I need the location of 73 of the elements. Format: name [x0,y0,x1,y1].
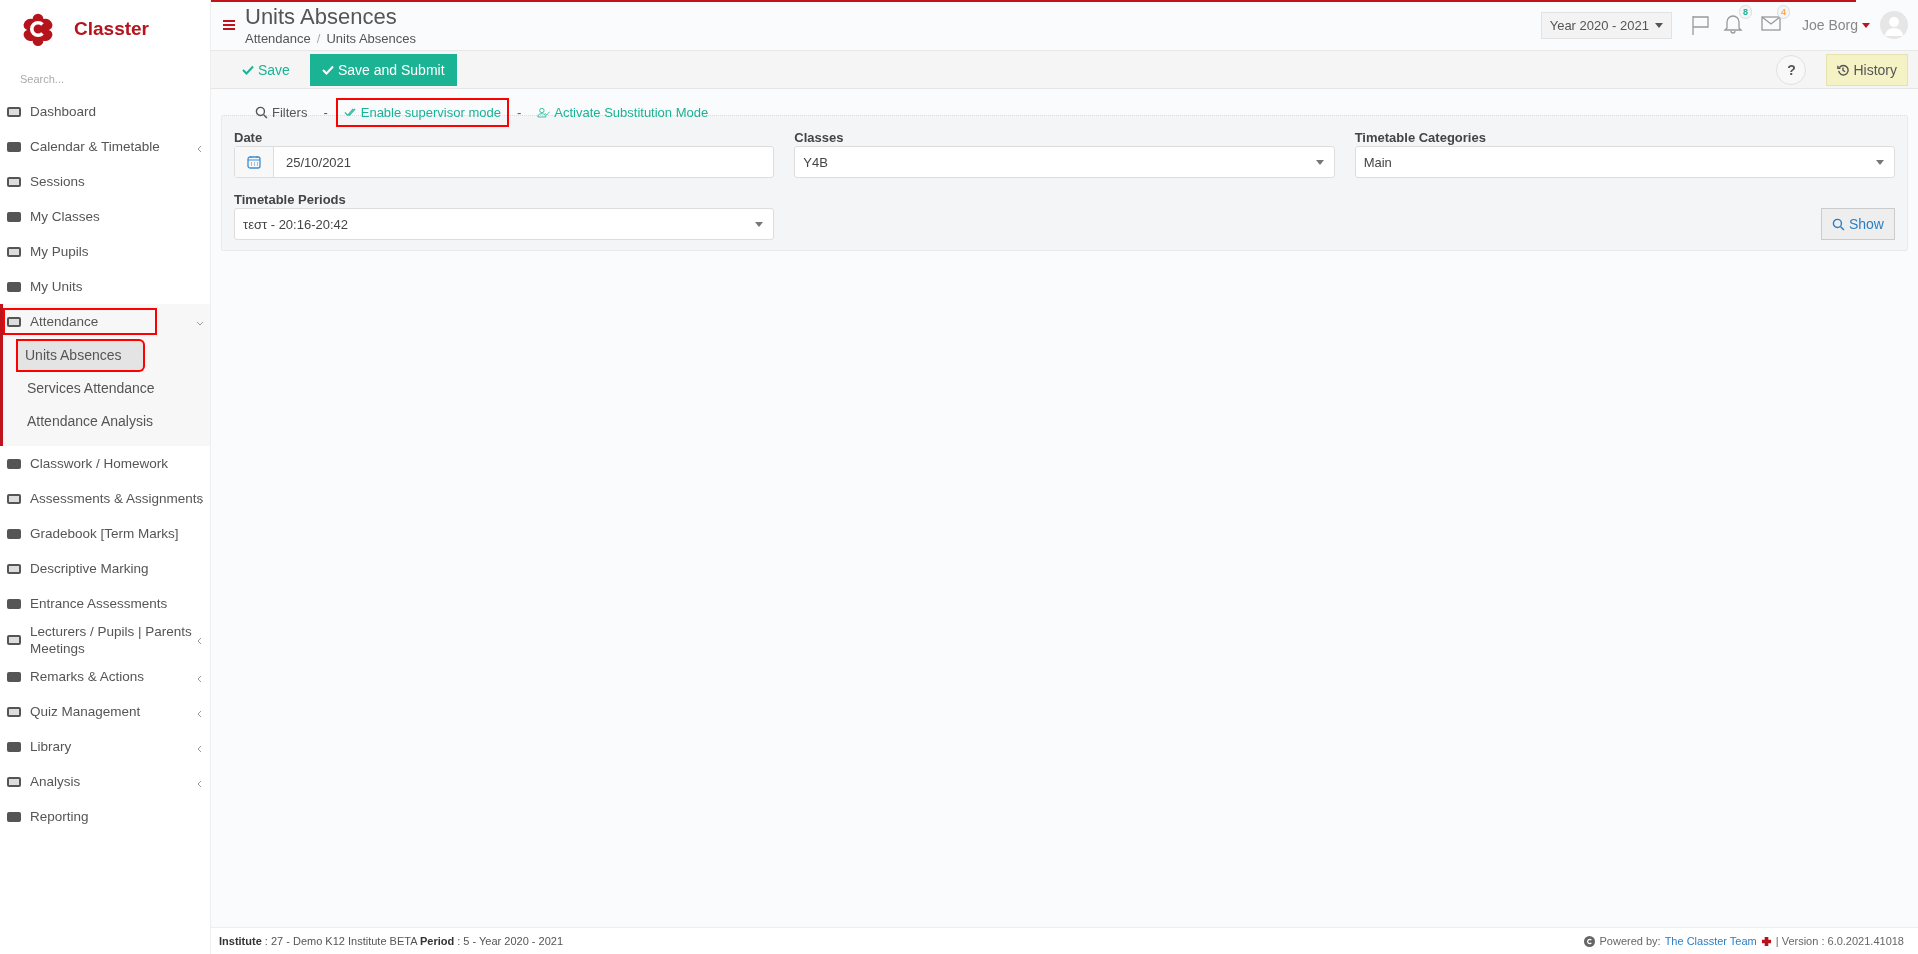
chevron-left-icon [196,675,204,683]
breadcrumb-item[interactable]: Attendance [245,30,311,46]
chevron-left-icon [196,497,204,505]
chevron-left-icon [196,145,204,153]
field-label: Date [234,130,264,145]
menu-item[interactable]: Classwork / Homework [0,446,210,481]
menu-item[interactable]: Analysis [0,764,210,799]
count-badge: 4 [1776,5,1790,19]
team-link[interactable]: The Classter Team [1664,935,1757,947]
caret-icon [755,221,764,227]
year-dropdown[interactable]: Year 2020 - 2021 [1540,11,1672,39]
menu-item[interactable]: Entrance Assessments [0,586,210,621]
history-icon [1837,63,1850,76]
field-label: Timetable Periods [234,192,347,207]
menu-item[interactable]: Lecturers / Pupils | Parents Meetings [0,621,210,659]
menu-icon[interactable] [223,20,235,30]
select-field[interactable]: Main [1354,146,1895,178]
help-button[interactable]: ? [1776,54,1807,85]
chevron-down-icon [196,320,204,328]
avatar-icon[interactable] [1880,11,1908,39]
menu-item[interactable]: Assessments & Assignments [0,481,210,516]
select-field[interactable]: τεστ - 20:16-20:42 [234,208,775,240]
copyright-icon [1584,935,1596,947]
caret-icon [1315,159,1324,165]
menu-item[interactable]: My Classes [0,199,210,234]
history-button[interactable]: History [1826,53,1908,86]
menu-item[interactable]: Library [0,729,210,764]
chevron-left-icon [196,637,204,645]
filter-link[interactable]: Filters [247,97,316,127]
menu-item[interactable]: Dashboard [0,94,210,129]
search-icon [255,105,268,119]
menu-item[interactable]: Quiz Management [0,694,210,729]
caret-icon [1654,22,1663,28]
menu-item[interactable]: Reporting [0,799,210,834]
flag-icon[interactable] [1689,14,1712,36]
submenu-item[interactable]: Attendance Analysis [3,405,208,438]
search-icon [1831,217,1845,231]
chevron-left-icon [196,780,204,788]
submenu-item[interactable]: Services Attendance [3,372,208,405]
version-text: | Version : 6.0.2021.41018 [1775,935,1904,947]
menu-item[interactable]: Descriptive Marking [0,551,210,586]
logo-icon [1760,935,1772,947]
breadcrumb-separator: / [316,30,321,46]
powered-text: Powered by: [1599,935,1661,947]
submenu-item[interactable]: Units Absences [16,339,145,372]
caret-icon [1862,22,1870,28]
menu-item[interactable]: Remarks & Actions [0,659,210,694]
menu-item[interactable]: Gradebook [Term Marks] [0,516,210,551]
bell-icon[interactable] [1721,12,1744,34]
chevron-left-icon [196,745,204,753]
separator-text: - [323,104,328,120]
caret-icon [1876,159,1884,165]
menu-item[interactable]: My Units [0,269,210,304]
logo-text: Classter [74,18,149,40]
menu-item[interactable]: My Pupils [0,234,210,269]
user-menu[interactable]: Joe Borg [1801,17,1858,33]
chevron-left-icon [196,710,204,718]
menu-item[interactable]: Attendance [0,304,210,339]
page-title: Units Absences [245,4,398,29]
select-field[interactable]: Y4B [794,146,1335,178]
institute-info: Institute : 27 - Demo K12 Institute BETA Period : 5 - Year 2020 - 2021 [219,935,564,947]
user-check-icon [537,105,551,119]
date-field[interactable]: 25/10/2021 [234,146,775,178]
count-badge: 8 [1738,5,1752,19]
check-icon [321,63,334,76]
separator-text: - [516,104,522,120]
menu-item[interactable]: Calendar & Timetable [0,129,210,164]
breadcrumb-item: Units Absences [326,30,416,46]
field-label: Timetable Categories [1354,130,1487,145]
show-button[interactable]: Show [1820,208,1895,240]
field-label: Classes [794,130,845,145]
menu-item[interactable]: Sessions [0,164,210,199]
check-icon [242,63,254,76]
